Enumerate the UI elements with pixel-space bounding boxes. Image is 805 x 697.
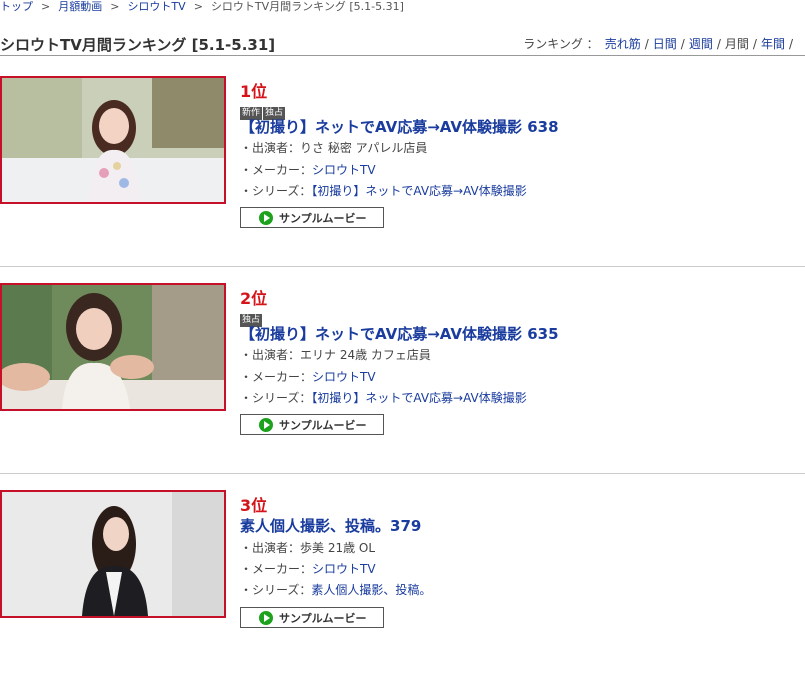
entry-divider: [0, 266, 805, 267]
maker-row: ・メーカー：シロウトTV: [240, 161, 376, 178]
maker-label: ・メーカー：: [240, 163, 313, 177]
performer-row: ・出演者：エリナ 24歳 カフェ店員: [240, 346, 431, 363]
sample-movie-label: サンプルムービー: [279, 211, 367, 225]
performer-row: ・出演者：りさ 秘密 アパレル店員: [240, 139, 427, 156]
video-title-link[interactable]: 素人個人撮影、投稿。379: [240, 515, 421, 536]
breadcrumb-link-shirouto-tv[interactable]: シロウトTV: [127, 0, 185, 13]
rank-number: 2位: [240, 289, 268, 308]
breadcrumb: トップ > 月額動画 > シロウトTV > シロウトTV月間ランキング [5.1-5.31]: [0, 0, 404, 14]
series-row: ・シリーズ：【初撮り】ネットでAV応募→AV体験撮影: [240, 389, 527, 406]
video-title-link[interactable]: 【初撮り】ネットでAV応募→AV体験撮影 638: [240, 116, 559, 137]
series-label: ・シリーズ：: [240, 583, 312, 597]
maker-label: ・メーカー：: [240, 370, 313, 384]
sample-movie-button[interactable]: サンプルムービー: [240, 414, 384, 435]
maker-label: ・メーカー：: [240, 562, 313, 576]
page-header: シロウトTV月間ランキング [5.1-5.31] ランキング ：売れ筋 / 日間 / 週…: [0, 31, 805, 56]
breadcrumb-separator: >: [193, 0, 203, 13]
range-separator: /: [788, 37, 793, 51]
maker-row: ・メーカー：シロウトTV: [240, 560, 376, 577]
play-icon: [259, 611, 273, 625]
breadcrumb-link-top[interactable]: トップ: [0, 0, 33, 13]
play-icon: [259, 418, 273, 432]
rank-number: 1位: [240, 82, 268, 101]
sample-movie-button[interactable]: サンプルムービー: [240, 207, 384, 228]
performer-value: りさ 秘密 アパレル店員: [300, 141, 428, 155]
series-link[interactable]: 素人個人撮影、投稿。: [311, 583, 431, 597]
maker-link[interactable]: シロウトTV: [312, 163, 376, 177]
ranking-range-label: ランキング ：: [523, 37, 599, 51]
ranking-range-nav: ランキング ：売れ筋 / 日間 / 週間 / 月間 / 年間 /: [523, 35, 797, 52]
thumbnail-image[interactable]: [0, 490, 226, 618]
performer-label: ・出演者：: [240, 348, 301, 362]
ranking-entry: 2位 独占 【初撮り】ネットでAV応募→AV体験撮影 635 ・出演者：エリナ …: [0, 283, 805, 490]
ranking-entry: 1位 新作 独占 【初撮り】ネットでAV応募→AV体験撮影 638 ・出演者：りさ…: [0, 76, 805, 283]
performer-label: ・出演者：: [240, 141, 301, 155]
range-separator: /: [644, 37, 649, 51]
series-row: ・シリーズ：素人個人撮影、投稿。: [240, 581, 431, 598]
series-link[interactable]: 【初撮り】ネットでAV応募→AV体験撮影: [311, 391, 526, 405]
sample-movie-label: サンプルムービー: [279, 418, 367, 432]
sample-movie-label: サンプルムービー: [279, 611, 367, 625]
maker-row: ・メーカー：シロウトTV: [240, 368, 376, 385]
breadcrumb-separator: >: [41, 0, 51, 13]
breadcrumb-current: シロウトTV月間ランキング [5.1-5.31]: [210, 0, 404, 13]
video-title-link[interactable]: 【初撮り】ネットでAV応募→AV体験撮影 635: [240, 323, 559, 344]
range-link-daily[interactable]: 日間: [653, 37, 677, 51]
range-link-weekly[interactable]: 週間: [689, 37, 713, 51]
thumbnail-image[interactable]: [0, 283, 226, 411]
maker-link[interactable]: シロウトTV: [312, 370, 376, 384]
range-current-monthly: 月間: [724, 37, 749, 51]
entry-divider: [0, 473, 805, 474]
page-title: シロウトTV月間ランキング [5.1-5.31]: [0, 36, 276, 54]
range-separator: /: [752, 37, 757, 51]
sample-movie-button[interactable]: サンプルムービー: [240, 607, 384, 628]
ranking-entry: 3位 素人個人撮影、投稿。379 ・出演者：歩美 21歳 OL ・メーカー：シロ…: [0, 490, 805, 697]
rank-number: 3位: [240, 496, 268, 515]
breadcrumb-separator: >: [110, 0, 120, 13]
performer-label: ・出演者：: [240, 541, 301, 555]
series-link[interactable]: 【初撮り】ネットでAV応募→AV体験撮影: [311, 184, 526, 198]
range-separator: /: [716, 37, 721, 51]
series-label: ・シリーズ：: [240, 391, 312, 405]
breadcrumb-link-monthly-video[interactable]: 月額動画: [58, 0, 102, 13]
performer-value: エリナ 24歳 カフェ店員: [300, 348, 431, 362]
range-separator: /: [680, 37, 685, 51]
range-link-bestseller[interactable]: 売れ筋: [605, 37, 641, 51]
series-row: ・シリーズ：【初撮り】ネットでAV応募→AV体験撮影: [240, 182, 527, 199]
performer-value: 歩美 21歳 OL: [300, 541, 376, 555]
thumbnail-image[interactable]: [0, 76, 226, 204]
play-icon: [259, 211, 273, 225]
performer-row: ・出演者：歩美 21歳 OL: [240, 539, 375, 556]
series-label: ・シリーズ：: [240, 184, 312, 198]
maker-link[interactable]: シロウトTV: [312, 562, 376, 576]
range-link-yearly[interactable]: 年間: [761, 37, 785, 51]
